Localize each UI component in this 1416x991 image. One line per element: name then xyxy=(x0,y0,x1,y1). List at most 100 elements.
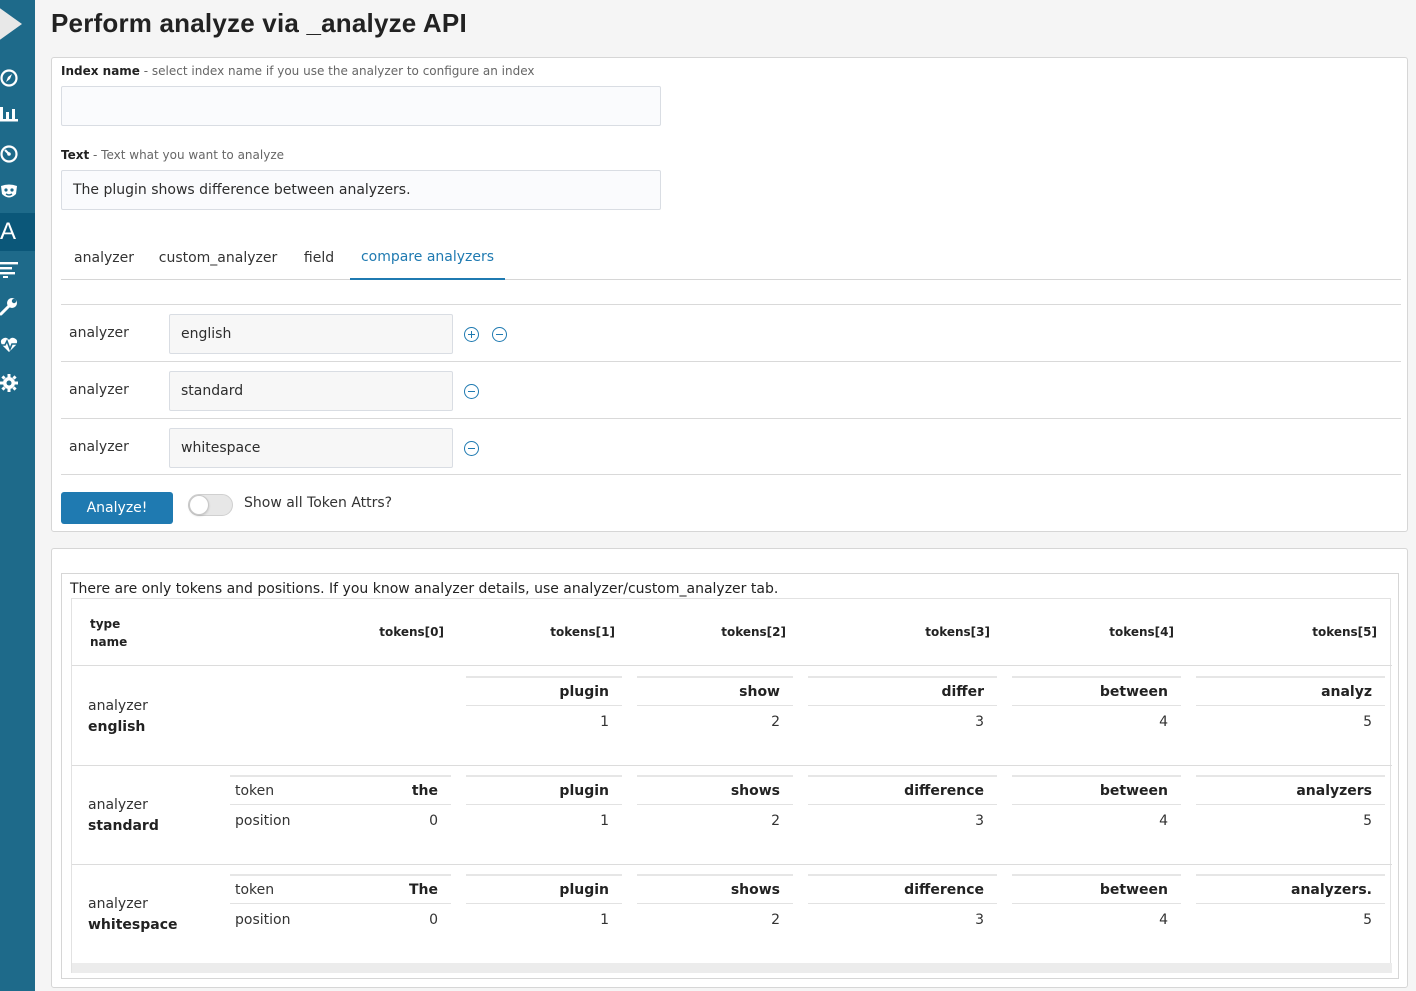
text-label-text: Text xyxy=(61,148,90,162)
token-value: between xyxy=(1012,775,1181,805)
table-row: analyzer standard token the position 0 plu… xyxy=(72,766,1392,865)
token-value: analyz xyxy=(1196,676,1385,706)
position-value: position 0 xyxy=(230,906,451,936)
remove-analyzer-button[interactable] xyxy=(464,441,479,456)
token-cell: between 4 xyxy=(1012,874,1181,936)
analyze-plugin-letter: A xyxy=(0,218,17,245)
token-value: plugin xyxy=(466,775,622,805)
column-header: tokens[0] xyxy=(379,625,444,639)
table-row: analyzer english plugin 1 show 2 differ … xyxy=(72,667,1392,766)
position-sub-label: position xyxy=(235,912,291,928)
column-header: tokens[2] xyxy=(721,625,786,639)
tab-field[interactable]: field xyxy=(295,236,343,280)
analyzer-row-label: analyzer xyxy=(69,439,129,455)
token-value: difference xyxy=(808,874,997,904)
analyzer-select[interactable]: standard xyxy=(169,371,453,411)
token-value: show xyxy=(637,676,793,706)
wrench-icon[interactable] xyxy=(0,287,35,325)
compass-icon[interactable] xyxy=(0,59,35,97)
column-header: tokens[1] xyxy=(550,625,615,639)
tab-custom-analyzer[interactable]: custom_analyzer xyxy=(155,236,281,280)
token-cell: shows 2 xyxy=(637,874,793,936)
kibana-logo-icon[interactable] xyxy=(0,0,35,46)
token-value: between xyxy=(1012,676,1181,706)
token-cell: shows 2 xyxy=(637,775,793,837)
analyzer-select[interactable]: english xyxy=(169,314,453,354)
token-cell: token the position 0 xyxy=(230,775,451,837)
row-name: english xyxy=(88,719,146,735)
position-text: 0 xyxy=(429,813,438,829)
show-token-attrs-toggle[interactable] xyxy=(188,494,233,516)
results-note: There are only tokens and positions. If … xyxy=(70,581,779,597)
token-text: the xyxy=(411,783,438,799)
remove-analyzer-button[interactable] xyxy=(492,327,507,342)
analyzer-select[interactable]: whitespace xyxy=(169,428,453,468)
position-value: 2 xyxy=(771,813,780,829)
token-value: differ xyxy=(808,676,997,706)
tab-analyzer[interactable]: analyzer xyxy=(61,236,147,280)
token-value: between xyxy=(1012,874,1181,904)
token-value: analyzers xyxy=(1196,775,1385,805)
index-name-hint: - select index name if you use the analy… xyxy=(139,64,535,78)
row-name: standard xyxy=(88,818,159,834)
toggle-knob xyxy=(189,495,209,515)
row-name: whitespace xyxy=(88,917,178,933)
speedometer-icon[interactable] xyxy=(0,135,35,173)
analyzer-row-label: analyzer xyxy=(69,325,129,341)
position-value: position 0 xyxy=(230,807,451,837)
analyze-button[interactable]: Analyze! xyxy=(61,492,173,524)
position-value: 4 xyxy=(1159,813,1168,829)
position-value: 5 xyxy=(1363,912,1372,928)
bar-chart-icon[interactable] xyxy=(0,95,35,133)
token-value: plugin xyxy=(466,676,622,706)
results-panel: There are only tokens and positions. If … xyxy=(51,548,1408,988)
show-token-attrs-label: Show all Token Attrs? xyxy=(244,495,393,511)
token-text: The xyxy=(408,882,438,898)
token-sub-label: token xyxy=(235,882,275,898)
index-name-label-text: Index name xyxy=(61,64,140,78)
token-value: plugin xyxy=(466,874,622,904)
row-type: analyzer xyxy=(88,698,148,714)
token-value: shows xyxy=(637,874,793,904)
token-sub-label: token xyxy=(235,783,275,799)
position-value: 4 xyxy=(1159,714,1168,730)
text-hint: - Text what you want to analyze xyxy=(89,148,285,162)
token-cell: difference 3 xyxy=(808,874,997,936)
name-header-line: name xyxy=(90,635,128,649)
token-value: analyzers. xyxy=(1196,874,1385,904)
column-header: tokens[5] xyxy=(1312,625,1377,639)
token-cell: show 2 xyxy=(637,676,793,738)
token-cell: plugin 1 xyxy=(466,676,622,738)
index-name-input[interactable] xyxy=(61,86,661,126)
compare-results-table: type name tokens[0] tokens[1] tokens[2] … xyxy=(71,598,1392,973)
add-analyzer-button[interactable] xyxy=(464,327,479,342)
type-header-line: type xyxy=(90,617,121,631)
mask-icon[interactable] xyxy=(0,173,35,211)
position-value: 4 xyxy=(1159,912,1168,928)
position-value: 3 xyxy=(975,714,984,730)
token-cell: difference 3 xyxy=(808,775,997,837)
position-value: 1 xyxy=(600,714,609,730)
index-name-label: Index name - select index name if you us… xyxy=(61,64,535,78)
text-input[interactable]: The plugin shows difference between anal… xyxy=(61,170,661,210)
tab-compare-analyzers[interactable]: compare analyzers xyxy=(350,236,505,280)
token-cell: analyz 5 xyxy=(1196,676,1385,738)
position-value: 5 xyxy=(1363,813,1372,829)
analyze-plugin-icon[interactable]: A xyxy=(0,213,35,251)
analyzer-row-label: analyzer xyxy=(69,382,129,398)
list-icon[interactable] xyxy=(0,250,35,288)
token-cell: plugin 1 xyxy=(466,874,622,936)
column-header: tokens[4] xyxy=(1109,625,1174,639)
gear-icon[interactable] xyxy=(0,364,35,402)
analyzer-row: analyzer whitespace xyxy=(61,418,1401,475)
token-value: token The xyxy=(230,874,451,904)
table-scroll-footer xyxy=(72,963,1392,973)
token-cell: token The position 0 xyxy=(230,874,451,936)
page-title: Perform analyze via _analyze API xyxy=(51,8,467,38)
remove-analyzer-button[interactable] xyxy=(464,384,479,399)
analyze-form-panel: Index name - select index name if you us… xyxy=(51,57,1408,532)
position-value: 2 xyxy=(771,912,780,928)
position-text: 0 xyxy=(429,912,438,928)
table-row: analyzer whitespace token The position 0 p… xyxy=(72,865,1392,964)
heartbeat-icon[interactable] xyxy=(0,326,35,364)
